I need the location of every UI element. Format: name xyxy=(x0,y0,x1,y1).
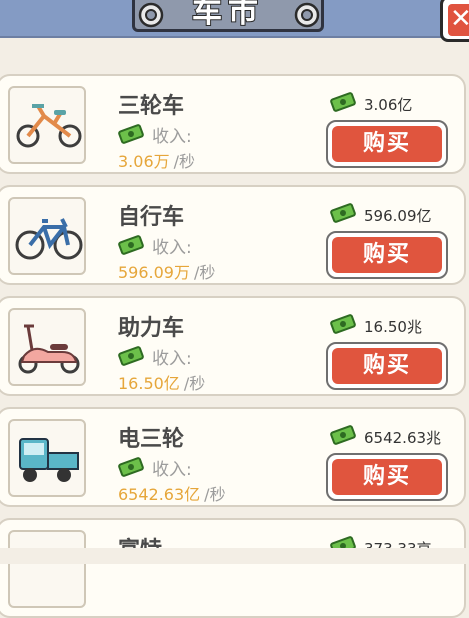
income-label: 收入: xyxy=(152,349,192,369)
income-label: 收入: xyxy=(152,238,192,258)
cash-icon xyxy=(118,124,144,144)
income-label: 收入: xyxy=(152,127,192,147)
price-text: 6542.63兆 xyxy=(364,429,442,447)
item-name: 助力车 xyxy=(118,316,185,341)
price-text: 596.09亿 xyxy=(364,207,432,225)
cash-icon xyxy=(330,92,356,112)
price-text: 3.06亿 xyxy=(364,96,413,114)
buy-button[interactable]: 购买 xyxy=(326,120,448,168)
item-name: 电三轮 xyxy=(118,427,185,452)
buy-label: 购买 xyxy=(332,348,442,384)
list-item: 电三轮 收入: 6542.63亿/秒 6542.63兆 购买 xyxy=(0,407,466,507)
buy-button[interactable]: 购买 xyxy=(326,342,448,390)
buy-label: 购买 xyxy=(332,459,442,495)
buy-button[interactable]: 购买 xyxy=(326,231,448,279)
list-item: 助力车 收入: 16.50亿/秒 16.50兆 购买 xyxy=(0,296,466,396)
page-title: 车市 xyxy=(191,0,264,31)
gear-icon xyxy=(294,2,320,28)
income-value: 596.09万/秒 xyxy=(118,263,216,282)
cash-icon xyxy=(330,203,356,223)
close-button[interactable]: ✕ xyxy=(440,0,469,42)
tricycle-icon xyxy=(16,104,82,148)
item-name: 三轮车 xyxy=(118,94,185,119)
cash-icon xyxy=(118,457,144,477)
cash-icon xyxy=(330,425,356,445)
income-value: 6542.63亿/秒 xyxy=(118,485,226,504)
electric-tricycle-icon xyxy=(19,438,79,482)
cash-icon xyxy=(330,314,356,334)
cash-icon xyxy=(118,346,144,366)
list-fade xyxy=(0,548,469,564)
buy-label: 购买 xyxy=(332,237,442,273)
income-label: 收入: xyxy=(152,460,192,480)
cash-icon xyxy=(118,235,144,255)
item-thumbnail xyxy=(8,197,86,275)
item-thumbnail xyxy=(8,419,86,497)
close-icon: ✕ xyxy=(448,4,469,36)
item-thumbnail xyxy=(8,308,86,386)
buy-button[interactable]: 购买 xyxy=(326,453,448,501)
income-value: 16.50亿/秒 xyxy=(118,374,206,393)
income-value: 3.06万/秒 xyxy=(118,152,196,171)
item-thumbnail xyxy=(8,530,86,608)
list-item: 自行车 收入: 596.09万/秒 596.09亿 购买 xyxy=(0,185,466,285)
buy-label: 购买 xyxy=(332,126,442,162)
list-item: 富特 373.33京 xyxy=(0,518,466,618)
price-text: 16.50兆 xyxy=(364,318,422,336)
gear-icon xyxy=(138,2,164,28)
list-item: 三轮车 收入: 3.06万/秒 3.06亿 购买 xyxy=(0,74,466,174)
scooter-icon xyxy=(18,324,80,374)
item-thumbnail xyxy=(8,86,86,164)
bicycle-icon xyxy=(15,218,83,260)
item-name: 自行车 xyxy=(118,205,185,230)
